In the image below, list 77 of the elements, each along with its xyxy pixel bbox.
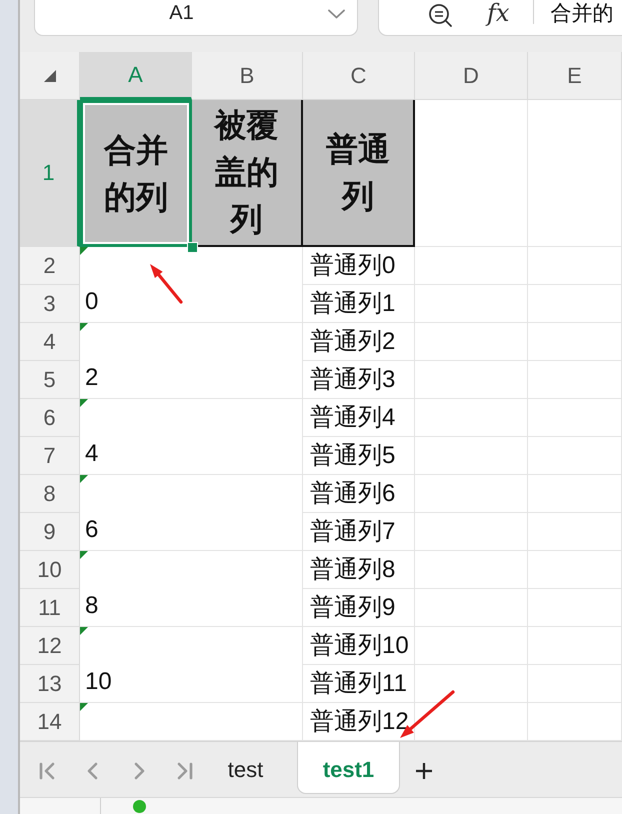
empty-cell[interactable]	[528, 665, 622, 703]
cell-text: 普通列12	[310, 708, 409, 736]
search-icon[interactable]	[428, 4, 454, 28]
sheet-tab[interactable]: test1	[297, 742, 400, 794]
cell-text: 普通列1	[310, 290, 396, 318]
cell-text: 普通列0	[310, 252, 396, 280]
empty-cell[interactable]	[415, 665, 528, 703]
empty-cell[interactable]	[415, 513, 528, 551]
row-header[interactable]: 4	[20, 323, 80, 361]
fill-handle[interactable]	[187, 242, 198, 253]
empty-cell[interactable]	[415, 589, 528, 627]
row-header[interactable]: 8	[20, 475, 80, 513]
empty-cell[interactable]	[528, 323, 622, 361]
column-header[interactable]: E	[528, 52, 622, 100]
triangle-icon	[44, 70, 56, 82]
row-header[interactable]: 2	[20, 247, 80, 285]
empty-cell[interactable]	[528, 247, 622, 285]
header-cell[interactable]: 被覆盖的列	[192, 100, 303, 247]
plus-icon[interactable]	[415, 762, 433, 780]
status-dot-icon	[133, 800, 146, 813]
header-cell[interactable]: 普通列	[303, 100, 415, 247]
empty-cell[interactable]	[415, 551, 528, 589]
cell-text: 普通列11	[310, 670, 407, 698]
empty-cell[interactable]	[415, 399, 528, 437]
cell-text: 6	[85, 516, 98, 544]
empty-cell[interactable]	[528, 627, 622, 665]
cell-text: 10	[85, 668, 112, 696]
name-box[interactable]: A1	[34, 0, 358, 36]
row-header[interactable]: 14	[20, 703, 80, 741]
row-header[interactable]: 10	[20, 551, 80, 589]
row-header[interactable]: 12	[20, 627, 80, 665]
empty-cell[interactable]	[528, 513, 622, 551]
skip-end-icon[interactable]	[176, 762, 194, 780]
empty-cell[interactable]	[415, 247, 528, 285]
empty-cell[interactable]	[528, 475, 622, 513]
empty-cell[interactable]	[415, 627, 528, 665]
formula-field[interactable]: 合并的	[550, 0, 614, 26]
cell-text: 普通列4	[310, 404, 396, 432]
sheet-tab[interactable]: test	[194, 742, 297, 794]
empty-cell[interactable]	[415, 437, 528, 475]
insert-function-button[interactable]: fx	[487, 0, 510, 26]
column-header[interactable]: B	[192, 52, 303, 100]
cell-text: 4	[85, 440, 98, 468]
empty-cell[interactable]	[415, 475, 528, 513]
row-header[interactable]: 13	[20, 665, 80, 703]
chevron-down-icon	[328, 8, 345, 18]
select-all-button[interactable]	[20, 52, 80, 100]
cell-text: 普通列6	[310, 480, 396, 508]
cell-text: 2	[85, 364, 98, 392]
cell-text: 8	[85, 592, 98, 620]
column-header[interactable]: C	[303, 52, 415, 100]
cell-text: 0	[85, 288, 98, 316]
cell-text: 普通列8	[310, 556, 396, 584]
row-header[interactable]: 5	[20, 361, 80, 399]
empty-cell[interactable]	[528, 285, 622, 323]
row-header[interactable]: 11	[20, 589, 80, 627]
empty-cell[interactable]	[528, 589, 622, 627]
header-cell[interactable]: 合并的列	[80, 100, 192, 247]
row-header[interactable]: 7	[20, 437, 80, 475]
cell-text: 普通列9	[310, 594, 396, 622]
cell-text: 普通列3	[310, 366, 396, 394]
cell-text: 普通列5	[310, 442, 396, 470]
row-header[interactable]: 9	[20, 513, 80, 551]
cell-text: 普通列10	[310, 632, 409, 660]
skip-start-icon[interactable]	[38, 762, 56, 780]
row-header[interactable]: 3	[20, 285, 80, 323]
empty-cell[interactable]	[528, 361, 622, 399]
empty-cell[interactable]	[415, 285, 528, 323]
row-header[interactable]: 6	[20, 399, 80, 437]
cell-text: 普通列7	[310, 518, 396, 546]
empty-cell[interactable]	[528, 399, 622, 437]
empty-cell[interactable]	[528, 551, 622, 589]
empty-cell[interactable]	[415, 323, 528, 361]
empty-cell[interactable]	[415, 361, 528, 399]
column-header[interactable]: D	[415, 52, 528, 100]
cell-text: 普通列2	[310, 328, 396, 356]
empty-cell[interactable]	[528, 437, 622, 475]
